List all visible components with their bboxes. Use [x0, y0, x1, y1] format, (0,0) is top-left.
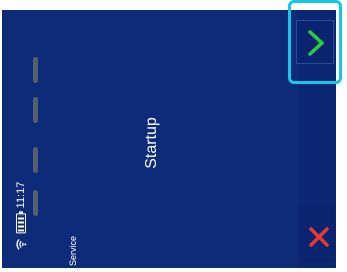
progress-segment [33, 97, 38, 123]
next-button-highlight [288, 0, 342, 84]
clock-time: 11:17 [15, 181, 27, 209]
status-bar: 11:17 [7, 160, 35, 272]
device-screen: 11:17 Service Startup [0, 0, 347, 271]
battery-icon [16, 213, 26, 234]
page-title: Startup [143, 117, 160, 169]
close-icon [309, 227, 329, 247]
wifi-icon [16, 238, 27, 250]
close-button[interactable] [300, 204, 335, 262]
service-link[interactable]: Service [68, 236, 78, 266]
main-panel: 11:17 Service Startup [2, 10, 336, 268]
progress-segment [33, 57, 38, 83]
